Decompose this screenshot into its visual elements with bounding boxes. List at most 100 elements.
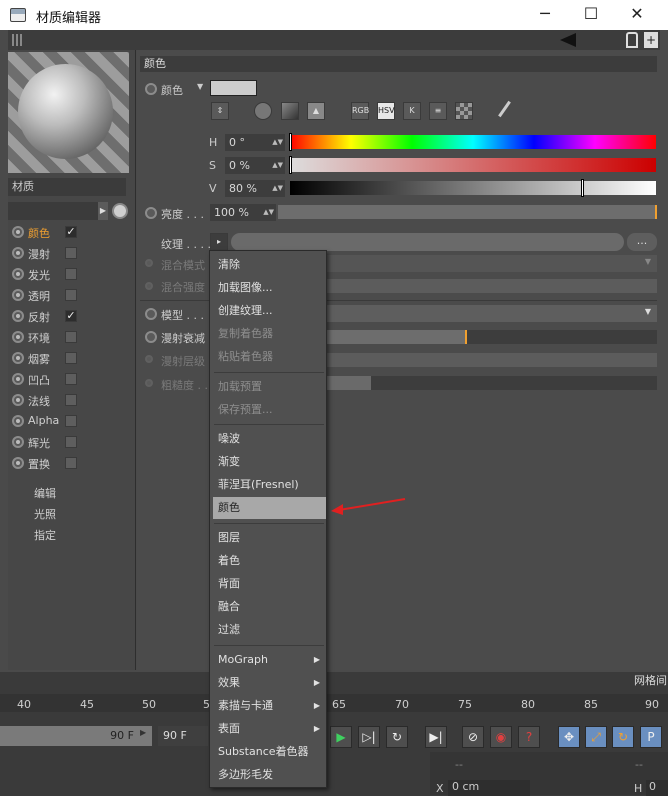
diffuse-level-slider[interactable] [327,353,657,367]
color-dropdown-icon[interactable]: ▼ [197,82,203,91]
menu-item[interactable]: 保存预置... [210,399,326,421]
menu-item[interactable]: 图层 [210,527,326,549]
channel-radio-icon[interactable] [12,226,24,238]
channel-item[interactable]: 颜色 ✓ [10,222,130,242]
minimize-button[interactable]: ─ [522,0,568,30]
h-value-field[interactable]: 0 ° ▲▼ [225,134,285,151]
scale-key-icon[interactable]: ⤢ [585,726,607,748]
v-value-field[interactable]: 80 % ▲▼ [225,180,285,197]
menu-item[interactable]: 着色 [210,550,326,572]
channel-item[interactable]: 烟雾 [10,348,130,368]
menu-item[interactable]: 过滤 [210,619,326,641]
coord-x-field[interactable]: 0 cm [448,780,530,796]
color-radio[interactable] [145,83,157,95]
s-slider-handle[interactable] [289,156,292,174]
hsv-mode-button[interactable]: HSV [377,102,395,120]
rotate-key-icon[interactable]: ↻ [612,726,634,748]
menu-item[interactable]: 创建纹理... [210,300,326,322]
rgb-mode-button[interactable]: RGB [351,102,369,120]
close-button[interactable]: ✕ [614,0,660,30]
channel-checkbox[interactable] [65,352,77,364]
image-icon[interactable]: ▲ [307,102,325,120]
mixer-icon[interactable]: ≡ [429,102,447,120]
channel-item[interactable]: 透明 [10,285,130,305]
channel-radio-icon[interactable] [12,247,24,259]
goto-end-icon[interactable]: ▶| [425,726,447,748]
menu-item[interactable]: 融合 [210,596,326,618]
play-icon[interactable]: ▶ [330,726,352,748]
s-slider[interactable] [289,156,656,174]
menu-item[interactable]: 菲涅耳(Fresnel) [210,474,326,496]
s-value-field[interactable]: 0 % ▲▼ [225,157,285,174]
texture-dropdown-icon[interactable]: ▸ [210,233,228,251]
channel-radio-icon[interactable] [12,268,24,280]
param-key-icon[interactable]: P [640,726,662,748]
channel-checkbox[interactable] [65,289,77,301]
channel-item[interactable]: 环境 [10,327,130,347]
channel-radio-icon[interactable] [12,436,24,448]
menu-item[interactable]: 背面 [210,573,326,595]
channel-radio-icon[interactable] [12,415,24,427]
frame-end-spin-icon[interactable]: ▶ [140,728,146,737]
channel-checkbox[interactable] [65,457,77,469]
channel-radio-icon[interactable] [12,331,24,343]
new-panel-icon[interactable]: + [644,32,658,48]
channel-checkbox[interactable] [65,268,77,280]
material-preview[interactable] [8,52,129,173]
brightness-field[interactable]: 100 % ▲▼ [210,204,276,221]
section-link[interactable]: 编辑 [34,485,56,501]
channel-item[interactable]: 反射 ✓ [10,306,130,326]
menu-item[interactable]: 复制着色器 [210,323,326,345]
channel-item[interactable]: 凹凸 [10,369,130,389]
help-icon[interactable]: ? [518,726,540,748]
texture-slot[interactable] [231,233,624,251]
menu-item[interactable]: 素描与卡通 ▶ [210,695,326,717]
v-slider[interactable] [290,179,656,197]
roughness-slider[interactable] [327,376,657,390]
menu-item[interactable]: 加载预置 [210,376,326,398]
channel-item[interactable]: Alpha [10,411,130,431]
channel-item[interactable]: 辉光 [10,432,130,452]
section-link[interactable]: 光照 [34,506,56,522]
blend-strength-radio[interactable] [145,282,153,290]
diffuse-level-radio[interactable] [145,355,153,363]
back-arrow-icon[interactable] [560,33,576,47]
blend-mode-radio[interactable] [145,259,153,267]
channel-radio-icon[interactable] [12,289,24,301]
coord-h-field[interactable]: 0 [646,780,668,796]
brightness-slider[interactable] [278,205,657,219]
menu-item[interactable]: 颜色 [213,497,326,519]
channel-radio-icon[interactable] [12,310,24,322]
menu-item[interactable]: 噪波 [210,428,326,450]
model-select[interactable]: ▼ [327,305,657,322]
color-picker-icon[interactable]: ⇕ [211,102,229,120]
channel-checkbox[interactable] [65,331,77,343]
channel-checkbox[interactable] [65,247,77,259]
lock-icon[interactable] [626,32,638,48]
menu-item[interactable]: 表面 ▶ [210,718,326,740]
brightness-radio[interactable] [145,207,157,219]
color-swatch[interactable] [210,80,257,96]
record-disabled-icon[interactable]: ⊘ [462,726,484,748]
section-link[interactable]: 指定 [34,527,56,543]
h-slider[interactable] [289,133,656,151]
channel-checkbox[interactable]: ✓ [65,226,77,238]
material-selector-field[interactable] [8,202,98,220]
roughness-radio[interactable] [145,379,153,387]
channel-radio-icon[interactable] [12,457,24,469]
channel-item[interactable]: 发光 [10,264,130,284]
spectrum-icon[interactable] [281,102,299,120]
channel-checkbox[interactable] [65,394,77,406]
menu-item[interactable]: 多边形毛发 [210,764,326,786]
blend-strength-slider[interactable] [327,279,657,293]
menu-item[interactable]: MoGraph ▶ [210,649,326,671]
blend-mode-select[interactable]: ▼ [327,255,657,272]
channel-checkbox[interactable] [65,415,77,427]
timeline-ruler[interactable]: 40 45 50 5 65 70 75 80 85 90 [0,694,668,712]
material-selector-arrow-icon[interactable]: ▶ [98,202,108,220]
grid-tab[interactable]: 网格间 [634,672,667,688]
maximize-button[interactable]: ☐ [568,0,614,30]
channel-item[interactable]: 置换 [10,453,130,473]
channel-item[interactable]: 漫射 [10,243,130,263]
diffuse-falloff-radio[interactable] [145,331,157,343]
